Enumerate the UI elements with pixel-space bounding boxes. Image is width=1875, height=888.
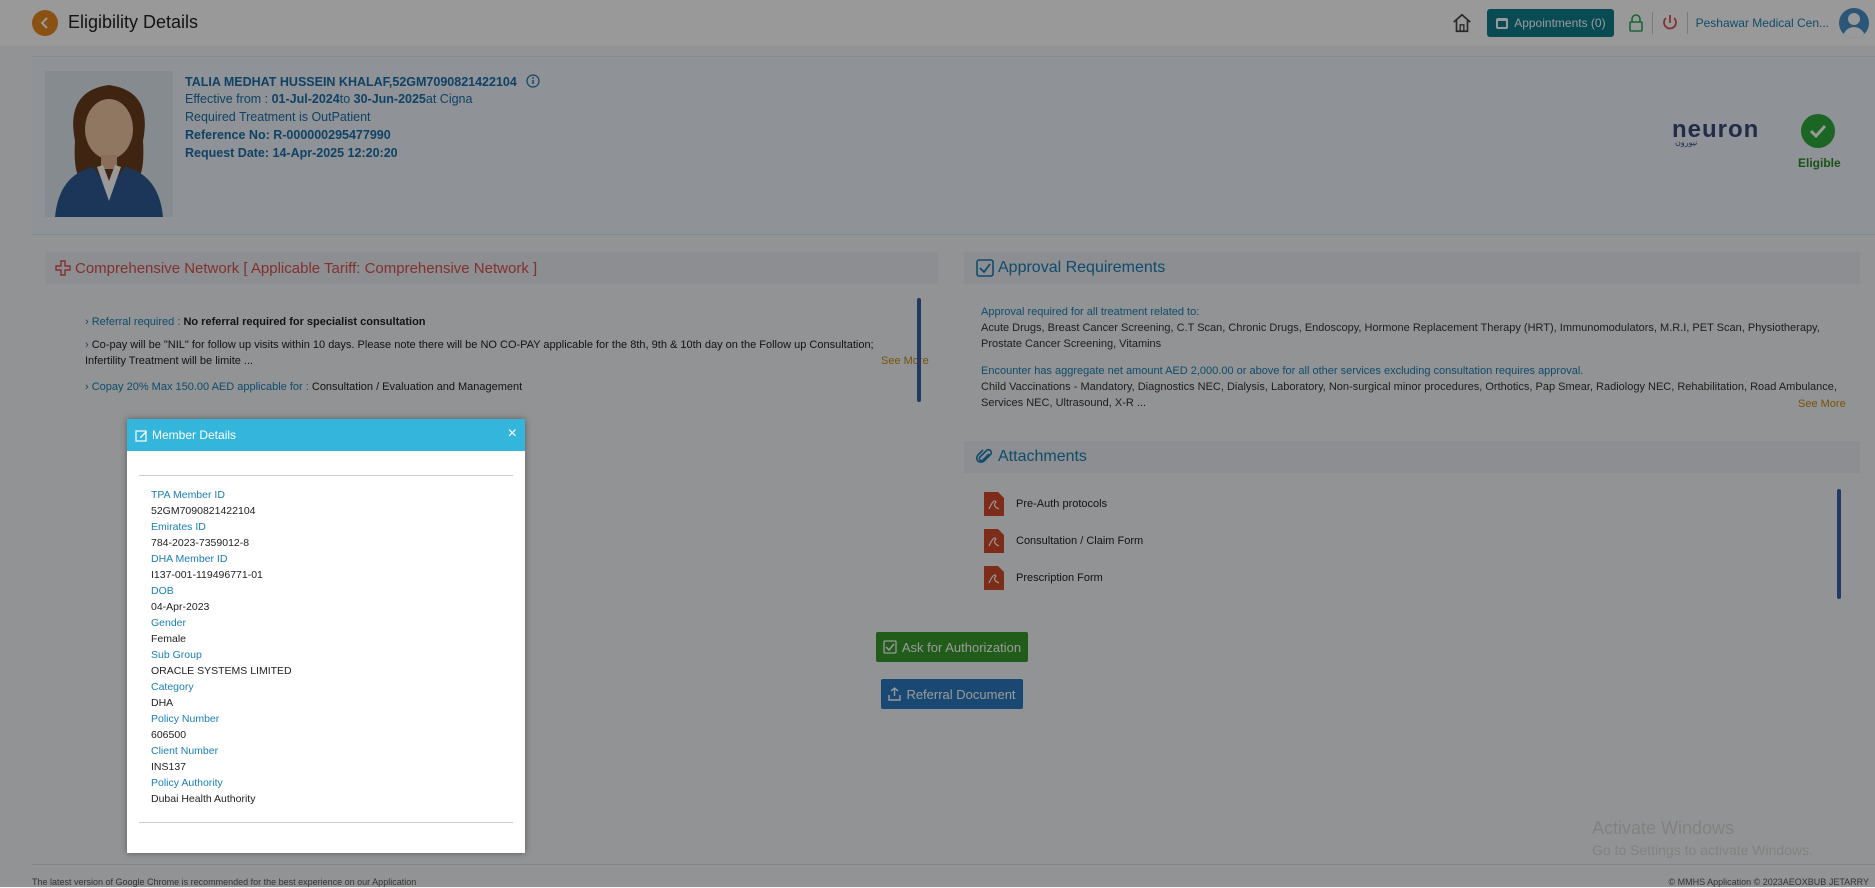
field-value: DHA	[151, 697, 174, 709]
field-label: Policy Number	[151, 713, 220, 725]
field-label: Policy Authority	[151, 777, 223, 789]
modal-divider	[139, 822, 513, 823]
field-label: DHA Member ID	[151, 553, 228, 565]
modal-header: Member Details	[127, 419, 525, 451]
field-label: Sub Group	[151, 649, 202, 661]
field-label: DOB	[151, 585, 174, 597]
field-value: 784-2023-7359012-8	[151, 537, 250, 549]
field-label: Client Number	[151, 745, 219, 757]
field-label: Emirates ID	[151, 521, 206, 533]
field-value: ORACLE SYSTEMS LIMITED	[151, 665, 292, 677]
modal-title: Member Details	[152, 428, 237, 442]
close-icon[interactable]: ×	[508, 425, 517, 443]
field-value: INS137	[151, 761, 187, 773]
edit-icon	[135, 429, 147, 442]
member-details-modal: Member Details × TPA Member ID 52GM70908…	[127, 419, 525, 853]
field-value: 606500	[151, 729, 187, 741]
field-value: Dubai Health Authority	[151, 793, 256, 805]
field-value: 04-Apr-2023	[151, 601, 210, 613]
modal-divider	[139, 475, 513, 476]
app-root: Eligibility Details Appointments (0) Pes…	[0, 0, 1875, 887]
field-value: I137-001-119496771-01	[151, 569, 263, 581]
field-label: Category	[151, 681, 194, 693]
field-label: Gender	[151, 617, 187, 629]
field-label: TPA Member ID	[151, 489, 225, 501]
field-value: Female	[151, 633, 187, 645]
field-value: 52GM7090821422104	[151, 505, 256, 517]
